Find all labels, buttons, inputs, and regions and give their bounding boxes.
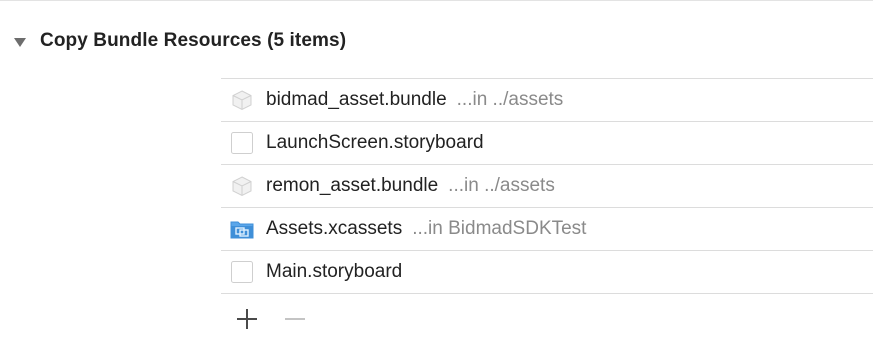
- asset-catalog-icon: [229, 216, 255, 242]
- disclosure-triangle-icon[interactable]: [14, 37, 26, 47]
- storyboard-file-icon: [229, 259, 255, 285]
- section-title: Copy Bundle Resources (5 items): [40, 30, 347, 51]
- resource-file-list: bidmad_asset.bundle ...in ../assets Laun…: [221, 78, 873, 294]
- file-name: Assets.xcassets: [266, 218, 403, 239]
- file-row-bidmad-asset-bundle[interactable]: bidmad_asset.bundle ...in ../assets: [221, 79, 873, 122]
- file-row-remon-asset-bundle[interactable]: remon_asset.bundle ...in ../assets: [221, 165, 873, 208]
- bundle-icon: [229, 173, 255, 199]
- file-row-main-storyboard[interactable]: Main.storyboard: [221, 251, 873, 294]
- file-name: remon_asset.bundle: [266, 175, 439, 196]
- top-divider: [0, 0, 873, 1]
- file-name: bidmad_asset.bundle: [266, 89, 447, 110]
- storyboard-file-icon: [229, 130, 255, 156]
- file-row-launchscreen-storyboard[interactable]: LaunchScreen.storyboard: [221, 122, 873, 165]
- file-path: ...in ../assets: [448, 175, 555, 196]
- remove-item-button[interactable]: [284, 308, 306, 330]
- file-name: Main.storyboard: [266, 261, 403, 282]
- add-item-button[interactable]: [236, 308, 258, 330]
- file-path: ...in ../assets: [456, 89, 564, 110]
- list-actions: [236, 308, 306, 330]
- file-name: LaunchScreen.storyboard: [266, 132, 484, 153]
- copy-bundle-resources-header[interactable]: Copy Bundle Resources (5 items): [14, 26, 346, 56]
- file-row-assets-xcassets[interactable]: Assets.xcassets ...in BidmadSDKTest: [221, 208, 873, 251]
- file-path: ...in BidmadSDKTest: [412, 218, 587, 239]
- bundle-icon: [229, 87, 255, 113]
